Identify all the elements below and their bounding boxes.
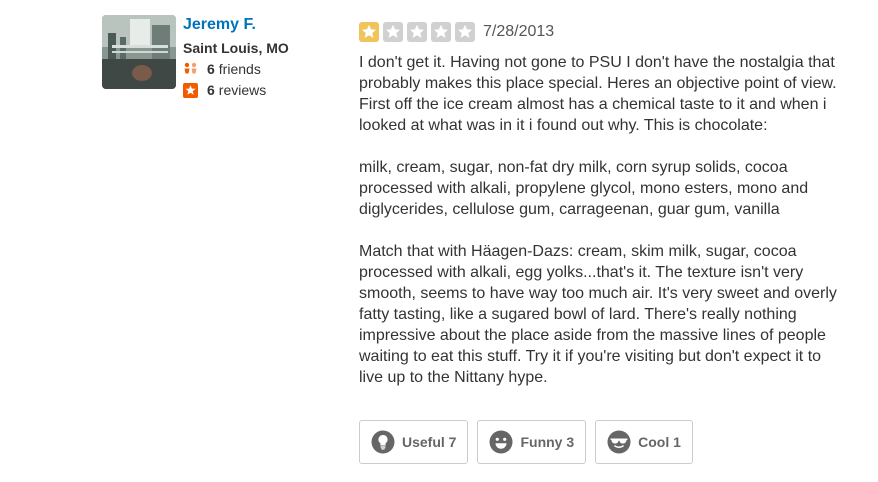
- friends-label: friends: [218, 61, 261, 77]
- star-rating: [359, 22, 475, 42]
- cool-button[interactable]: Cool 1: [595, 420, 693, 464]
- review-star-icon: [183, 82, 198, 98]
- review-text: I don't get it. Having not gone to PSU I…: [359, 52, 849, 388]
- funny-button[interactable]: Funny 3: [477, 420, 587, 464]
- rating-row: 7/28/2013: [359, 20, 849, 44]
- sunglasses-face-icon: [607, 430, 631, 454]
- review-date: 7/28/2013: [483, 23, 555, 40]
- reviews-stat: 6 reviews: [183, 80, 289, 100]
- friends-stat: 6 friends: [183, 59, 289, 79]
- smiley-icon: [489, 430, 513, 454]
- user-name-link[interactable]: Jeremy F.: [183, 14, 289, 36]
- lightbulb-icon: [371, 430, 395, 454]
- friends-count: 6: [207, 61, 215, 77]
- user-location: Saint Louis, MO: [183, 40, 289, 56]
- star-empty-icon: [407, 22, 427, 42]
- review-paragraph: milk, cream, sugar, non-fat dry milk, co…: [359, 159, 809, 218]
- cool-label: Cool 1: [638, 434, 681, 450]
- useful-button[interactable]: Useful 7: [359, 420, 469, 464]
- review-paragraph: I don't get it. Having not gone to PSU I…: [359, 54, 837, 134]
- useful-label: Useful 7: [402, 434, 457, 450]
- user-info: Jeremy F. Saint Louis, MO 6 friends 6 re…: [183, 14, 289, 100]
- star-empty-icon: [431, 22, 451, 42]
- star-filled-icon: [359, 22, 379, 42]
- vote-buttons: Useful 7 Funny 3 Cool 1: [359, 420, 693, 464]
- review-paragraph: Match that with Häagen-Dazs: cream, skim…: [359, 243, 837, 386]
- avatar-photo: [102, 15, 176, 89]
- star-empty-icon: [455, 22, 475, 42]
- funny-label: Funny 3: [520, 434, 575, 450]
- user-avatar[interactable]: [102, 15, 176, 89]
- review-content: 7/28/2013 I don't get it. Having not gon…: [359, 20, 849, 388]
- reviews-label: reviews: [218, 82, 267, 98]
- reviews-count: 6: [207, 82, 215, 98]
- star-empty-icon: [383, 22, 403, 42]
- friends-icon: [183, 62, 198, 77]
